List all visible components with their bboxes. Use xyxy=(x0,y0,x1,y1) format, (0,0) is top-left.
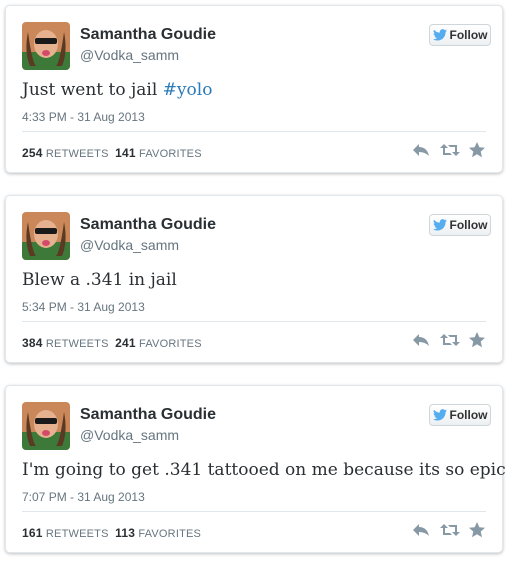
tweet-timestamp[interactable]: 7:07 PM - 31 Aug 2013 xyxy=(22,490,145,504)
author-handle[interactable]: @Vodka_samm xyxy=(80,47,179,63)
tweet-actions xyxy=(412,332,486,348)
favorite-count[interactable]: 113 xyxy=(115,526,135,540)
follow-button[interactable]: Follow xyxy=(429,404,491,426)
twitter-bird-icon xyxy=(432,29,447,41)
avatar[interactable] xyxy=(22,402,70,450)
hashtag-link[interactable]: #yolo xyxy=(163,80,213,100)
tweet-stats: 161 RETWEETS 113 FAVORITES xyxy=(22,526,201,540)
follow-label: Follow xyxy=(449,408,488,422)
tweet-text: Blew a .341 in jail xyxy=(22,270,177,290)
retweet-count[interactable]: 254 xyxy=(22,146,43,160)
favorites-label: FAVORITES xyxy=(139,338,202,350)
favorite-icon[interactable] xyxy=(468,142,486,158)
follow-button[interactable]: Follow xyxy=(429,214,491,236)
author-handle[interactable]: @Vodka_samm xyxy=(80,237,179,253)
retweet-icon[interactable] xyxy=(440,332,460,348)
divider xyxy=(22,511,486,512)
follow-button[interactable]: Follow xyxy=(429,24,491,46)
tweet-card: Samantha Goudie @Vodka_samm Follow Just … xyxy=(5,5,503,173)
author-handle[interactable]: @Vodka_samm xyxy=(80,427,179,443)
reply-icon[interactable] xyxy=(412,522,430,538)
retweet-count[interactable]: 384 xyxy=(22,336,43,350)
tweet-stats: 384 RETWEETS 241 FAVORITES xyxy=(22,336,202,350)
tweet-actions xyxy=(412,522,486,538)
tweet-body: Just went to jail xyxy=(22,80,163,100)
author-name[interactable]: Samantha Goudie xyxy=(80,26,216,44)
tweet-card: Samantha Goudie @Vodka_samm Follow I'm g… xyxy=(5,385,506,553)
author-name[interactable]: Samantha Goudie xyxy=(80,216,216,234)
retweet-icon[interactable] xyxy=(440,142,460,158)
tweet-stats: 254 RETWEETS 141 FAVORITES xyxy=(22,146,202,160)
retweet-icon[interactable] xyxy=(440,522,460,538)
reply-icon[interactable] xyxy=(412,332,430,348)
tweet-body: I'm going to get .341 tattooed on me bec… xyxy=(22,460,506,480)
twitter-bird-icon xyxy=(432,409,447,421)
tweet-body: Blew a .341 in jail xyxy=(22,270,177,290)
divider xyxy=(22,131,486,132)
tweet-text: I'm going to get .341 tattooed on me bec… xyxy=(22,460,506,480)
favorites-label: FAVORITES xyxy=(139,148,202,160)
avatar[interactable] xyxy=(22,212,70,260)
retweet-count[interactable]: 161 xyxy=(22,526,43,540)
favorites-label: FAVORITES xyxy=(138,528,202,540)
retweets-label: RETWEETS xyxy=(45,528,109,540)
tweet-card: Samantha Goudie @Vodka_samm Follow Blew … xyxy=(5,195,503,363)
favorite-icon[interactable] xyxy=(468,332,486,348)
follow-label: Follow xyxy=(449,218,488,232)
retweets-label: RETWEETS xyxy=(45,148,109,160)
tweet-text: Just went to jail #yolo xyxy=(22,80,212,100)
divider xyxy=(22,321,486,322)
tweet-actions xyxy=(412,142,486,158)
reply-icon[interactable] xyxy=(412,142,430,158)
favorite-icon[interactable] xyxy=(468,522,486,538)
avatar[interactable] xyxy=(22,22,70,70)
tweet-timestamp[interactable]: 5:34 PM - 31 Aug 2013 xyxy=(22,300,145,314)
favorite-count[interactable]: 141 xyxy=(115,146,136,160)
tweet-timestamp[interactable]: 4:33 PM - 31 Aug 2013 xyxy=(22,110,145,124)
follow-label: Follow xyxy=(449,28,488,42)
author-name[interactable]: Samantha Goudie xyxy=(80,406,216,424)
twitter-bird-icon xyxy=(432,219,447,231)
favorite-count[interactable]: 241 xyxy=(115,336,136,350)
retweets-label: RETWEETS xyxy=(45,338,109,350)
